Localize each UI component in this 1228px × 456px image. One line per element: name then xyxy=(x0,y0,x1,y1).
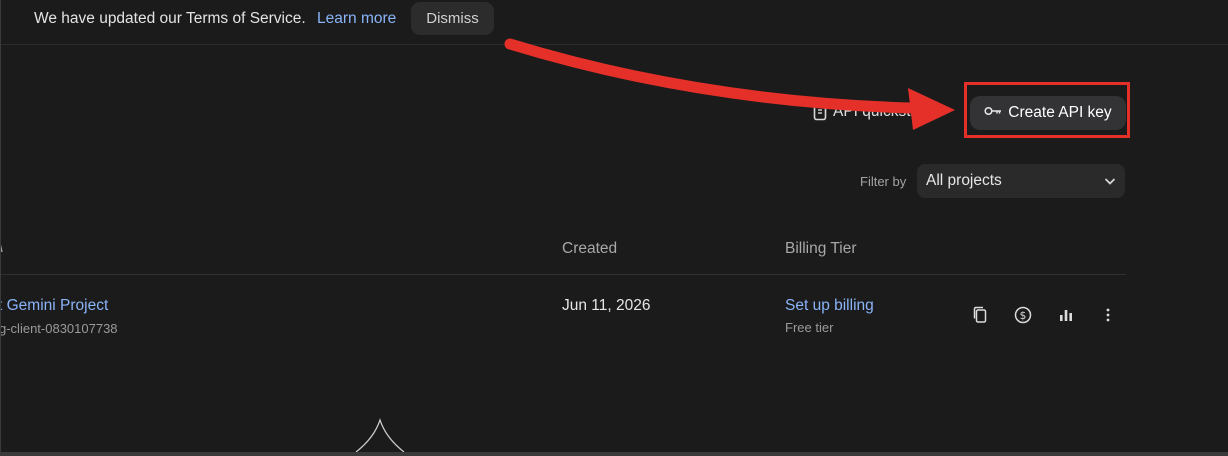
table-divider xyxy=(0,274,1126,275)
learn-more-link[interactable]: Learn more xyxy=(317,10,396,28)
project-name-link[interactable]: t Gemini Project xyxy=(0,297,108,315)
api-quickstart-link[interactable]: API quickstart xyxy=(813,103,929,121)
dismiss-button[interactable]: Dismiss xyxy=(411,2,494,35)
annotation-arrow-shaft xyxy=(504,38,918,114)
created-date: Jun 11, 2026 xyxy=(562,297,651,314)
project-filter-select[interactable]: All projects xyxy=(917,164,1125,198)
left-border xyxy=(0,0,1,456)
created-column-header: Created xyxy=(562,240,618,257)
bottom-border xyxy=(0,452,1228,456)
filter-selected-value: All projects xyxy=(926,172,1002,189)
copy-icon[interactable] xyxy=(969,304,991,326)
chevron-down-icon xyxy=(1103,174,1117,193)
app-root: We have updated our Terms of Service. Le… xyxy=(0,0,1228,456)
annotation-highlight-box xyxy=(964,82,1130,138)
banner-message: We have updated our Terms of Service. xyxy=(34,10,306,27)
document-icon xyxy=(813,103,827,121)
bottom-curve-decoration xyxy=(355,418,405,453)
filter-label: Filter by xyxy=(860,174,907,189)
tos-banner: We have updated our Terms of Service. Le… xyxy=(0,0,1228,45)
svg-text:$: $ xyxy=(1020,310,1027,322)
annotation-overlay xyxy=(355,38,955,453)
billing-tier-value: Free tier xyxy=(785,320,834,335)
billing-tier-column-header: Billing Tier xyxy=(785,240,857,257)
project-name-text: Gemini Project xyxy=(6,297,109,314)
project-id: g-client-0830107738 xyxy=(0,321,118,336)
set-up-billing-link[interactable]: Set up billing xyxy=(785,297,874,315)
billing-dollar-icon[interactable]: $ xyxy=(1012,304,1034,326)
api-quickstart-label: API quickstart xyxy=(833,103,929,120)
more-vert-icon[interactable] xyxy=(1097,304,1119,326)
bar-chart-icon[interactable] xyxy=(1055,304,1077,326)
